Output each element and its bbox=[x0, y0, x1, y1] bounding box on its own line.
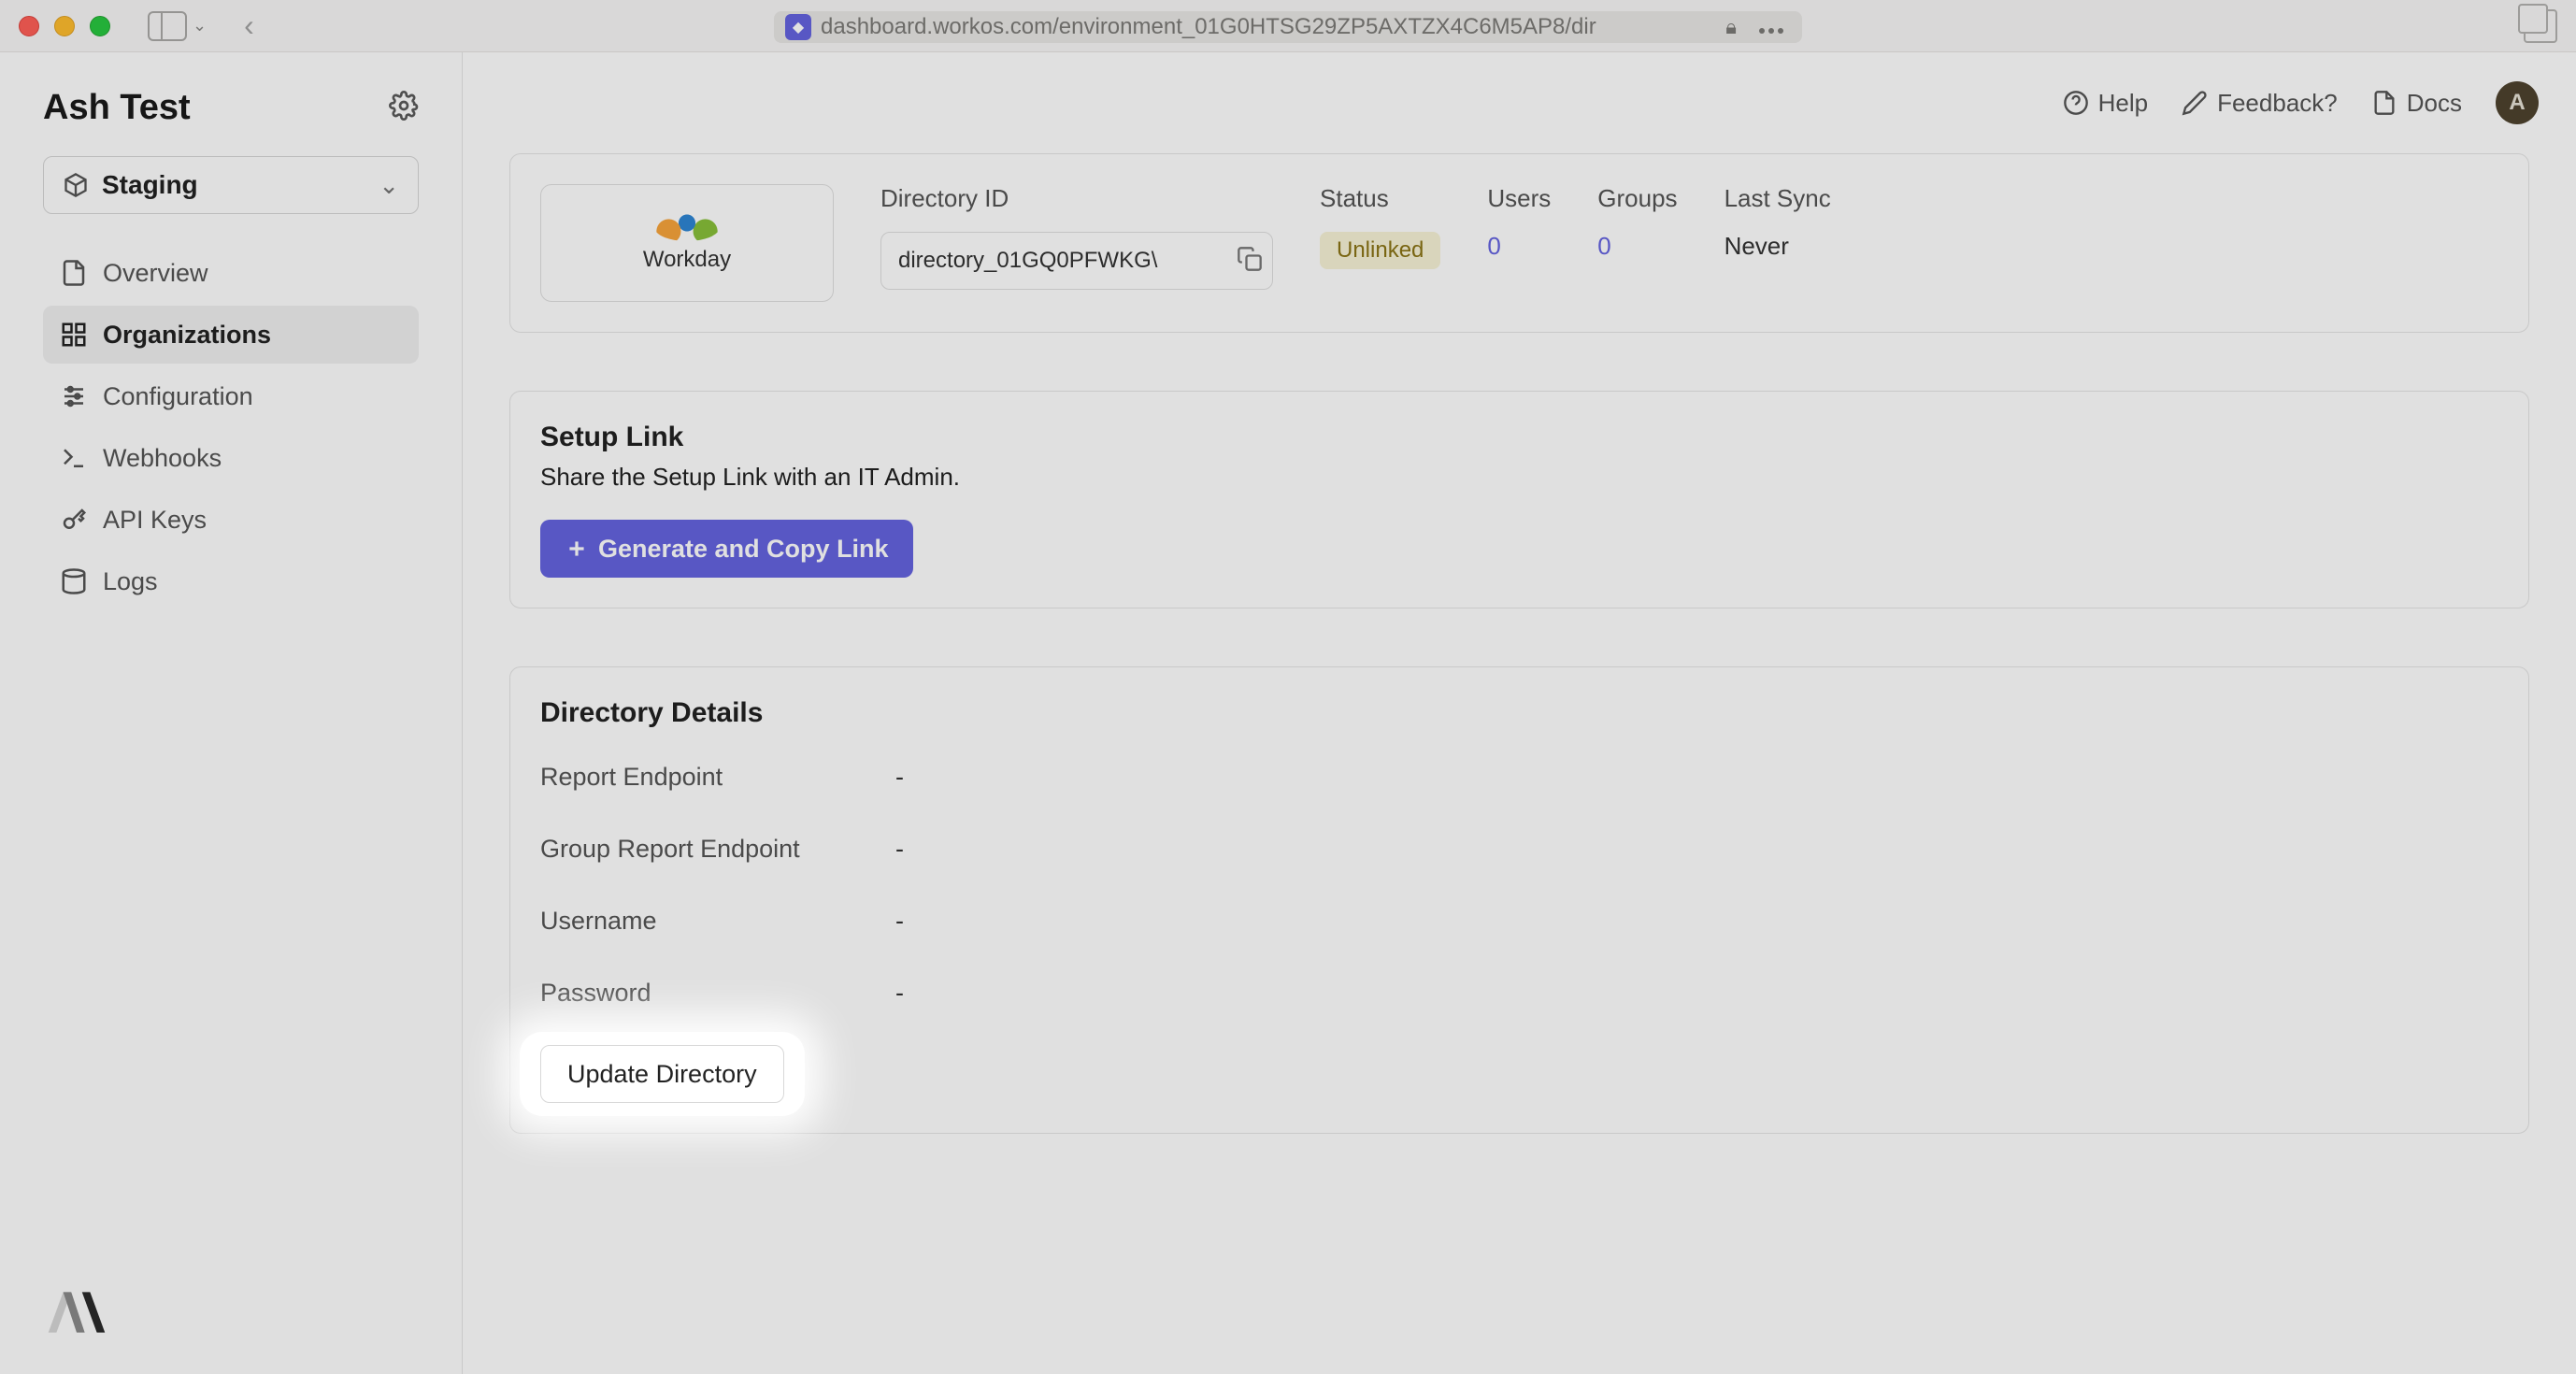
update-directory-label: Update Directory bbox=[567, 1060, 757, 1089]
status-badge: Unlinked bbox=[1320, 232, 1440, 269]
environment-selector[interactable]: Staging ⌄ bbox=[43, 156, 419, 214]
setup-link-description: Share the Setup Link with an IT Admin. bbox=[540, 463, 2498, 492]
chevron-down-icon: ⌄ bbox=[379, 171, 399, 200]
feedback-link[interactable]: Feedback? bbox=[2182, 89, 2338, 118]
provider-tile: Workday bbox=[540, 184, 834, 302]
environment-label: Staging bbox=[102, 170, 365, 200]
provider-name: Workday bbox=[643, 247, 731, 273]
window-close-button[interactable] bbox=[19, 16, 39, 36]
lock-icon[interactable]: 🔒︎ bbox=[1720, 15, 1742, 39]
detail-key-password: Password bbox=[540, 979, 895, 1008]
browser-chrome: ⌄ ‹ ◆ dashboard.workos.com/environment_0… bbox=[0, 0, 2576, 52]
topbar: Help Feedback? Docs A bbox=[463, 52, 2576, 153]
detail-val-username: - bbox=[895, 907, 2498, 936]
chevron-down-icon[interactable]: ⌄ bbox=[193, 16, 207, 36]
tab-overview-button[interactable] bbox=[2524, 9, 2557, 43]
generate-button-label: Generate and Copy Link bbox=[598, 535, 889, 564]
sidebar-item-overview[interactable]: Overview bbox=[43, 244, 419, 302]
sidebar-item-label: Webhooks bbox=[103, 444, 222, 473]
gear-icon[interactable] bbox=[389, 91, 419, 125]
directory-summary-card: Workday Directory ID directory_01GQ0PFWK… bbox=[509, 153, 2529, 333]
status-label: Status bbox=[1320, 184, 1440, 213]
sidebar: Ash Test Staging ⌄ Overview bbox=[0, 52, 463, 1374]
docs-label: Docs bbox=[2407, 89, 2462, 118]
address-bar[interactable]: ◆ dashboard.workos.com/environment_01G0H… bbox=[774, 11, 1802, 43]
address-bar-url: dashboard.workos.com/environment_01G0HTS… bbox=[821, 14, 1710, 40]
sidebar-item-api-keys[interactable]: API Keys bbox=[43, 491, 419, 549]
detail-key-username: Username bbox=[540, 907, 895, 936]
users-label: Users bbox=[1487, 184, 1551, 213]
generate-copy-link-button[interactable]: Generate and Copy Link bbox=[540, 520, 913, 578]
setup-link-card: Setup Link Share the Setup Link with an … bbox=[509, 391, 2529, 608]
main-content: Help Feedback? Docs A Workday bbox=[463, 52, 2576, 1374]
directory-details-card: Directory Details Report Endpoint - Grou… bbox=[509, 666, 2529, 1134]
help-link[interactable]: Help bbox=[2063, 89, 2148, 118]
sidebar-item-configuration[interactable]: Configuration bbox=[43, 367, 419, 425]
sidebar-item-label: Configuration bbox=[103, 382, 253, 411]
sidebar-item-label: Logs bbox=[103, 567, 158, 596]
detail-key-report-endpoint: Report Endpoint bbox=[540, 763, 895, 792]
detail-key-group-report-endpoint: Group Report Endpoint bbox=[540, 835, 895, 864]
browser-back-button[interactable]: ‹ bbox=[244, 8, 254, 43]
brand-logo bbox=[43, 1329, 110, 1345]
update-directory-button[interactable]: Update Directory bbox=[540, 1045, 784, 1103]
site-favicon: ◆ bbox=[785, 14, 811, 40]
groups-label: Groups bbox=[1597, 184, 1677, 213]
feedback-label: Feedback? bbox=[2217, 89, 2338, 118]
users-count[interactable]: 0 bbox=[1487, 232, 1551, 261]
sidebar-item-webhooks[interactable]: Webhooks bbox=[43, 429, 419, 487]
groups-count[interactable]: 0 bbox=[1597, 232, 1677, 261]
directory-id-field[interactable]: directory_01GQ0PFWKG\ bbox=[880, 232, 1273, 290]
window-minimize-button[interactable] bbox=[54, 16, 75, 36]
detail-val-report-endpoint: - bbox=[895, 763, 2498, 792]
setup-link-title: Setup Link bbox=[540, 422, 2498, 453]
sidebar-item-label: API Keys bbox=[103, 506, 207, 535]
last-sync-value: Never bbox=[1724, 232, 1831, 261]
docs-link[interactable]: Docs bbox=[2371, 89, 2462, 118]
window-zoom-button[interactable] bbox=[90, 16, 110, 36]
copy-icon[interactable] bbox=[1237, 246, 1263, 277]
detail-val-group-report-endpoint: - bbox=[895, 835, 2498, 864]
browser-sidebar-toggle[interactable] bbox=[148, 11, 187, 41]
directory-details-title: Directory Details bbox=[540, 697, 2498, 729]
reader-more-icon[interactable] bbox=[1752, 15, 1791, 39]
detail-val-password: - bbox=[895, 979, 2498, 1008]
workspace-title: Ash Test bbox=[43, 88, 191, 128]
last-sync-label: Last Sync bbox=[1724, 184, 1831, 213]
sidebar-item-label: Organizations bbox=[103, 321, 271, 350]
help-label: Help bbox=[2098, 89, 2148, 118]
cube-icon bbox=[63, 172, 89, 198]
sidebar-item-organizations[interactable]: Organizations bbox=[43, 306, 419, 364]
sidebar-item-logs[interactable]: Logs bbox=[43, 552, 419, 610]
avatar[interactable]: A bbox=[2496, 81, 2539, 124]
directory-id-label: Directory ID bbox=[880, 184, 1273, 213]
workday-logo-icon bbox=[654, 213, 720, 241]
sidebar-item-label: Overview bbox=[103, 259, 208, 288]
directory-id-value: directory_01GQ0PFWKG\ bbox=[898, 248, 1227, 274]
